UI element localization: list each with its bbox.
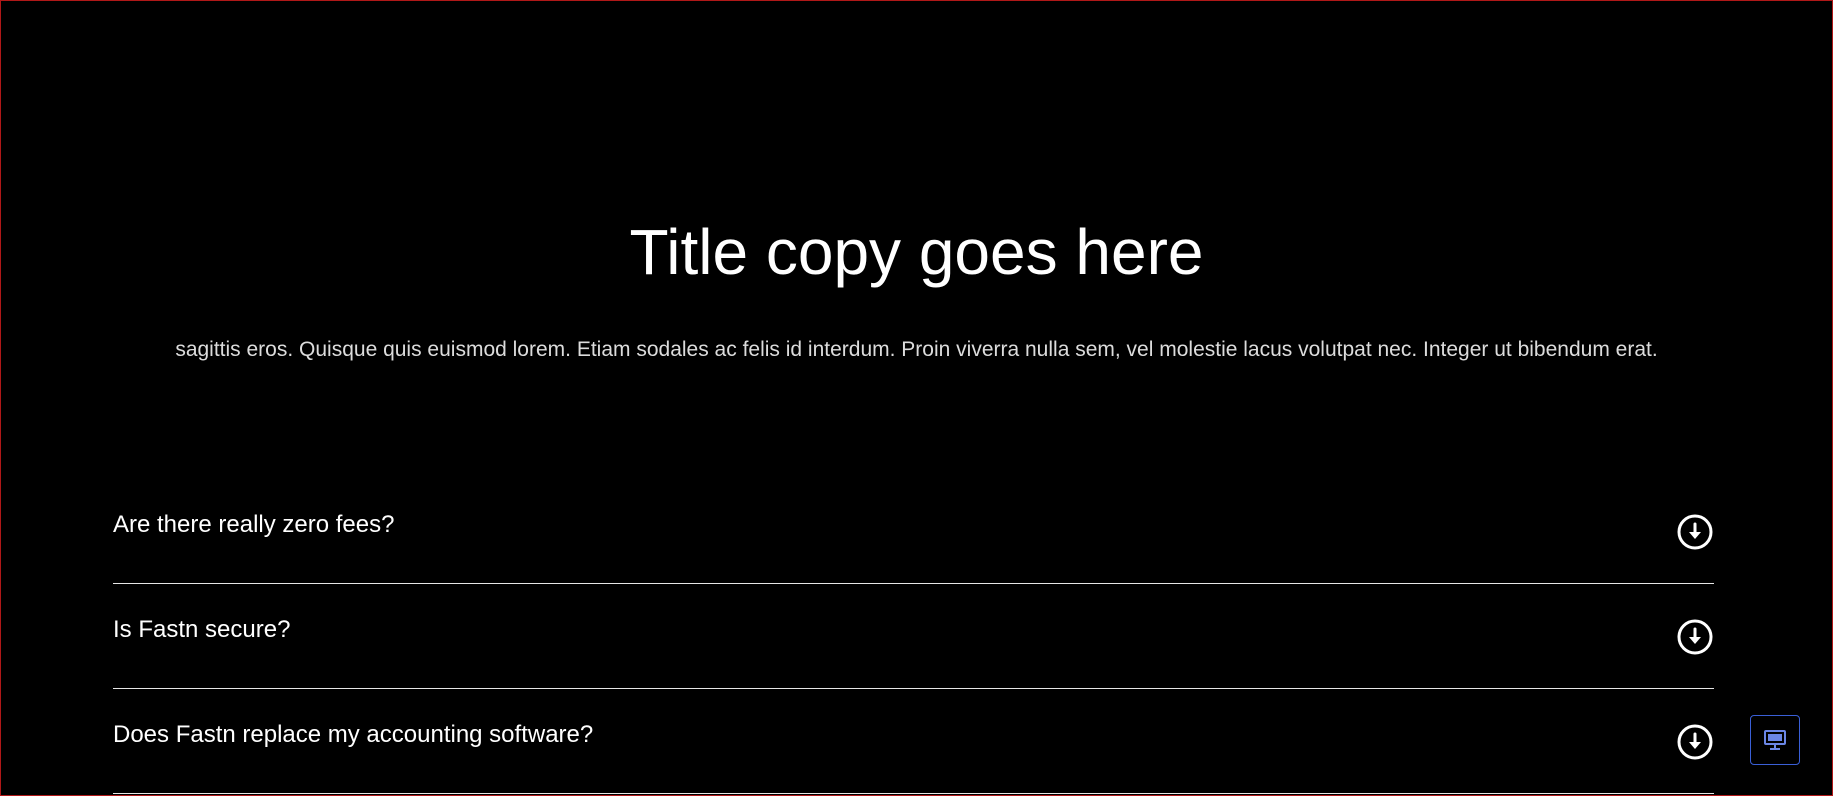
arrow-down-circle-icon (1677, 619, 1713, 655)
faq-item-security[interactable]: Is Fastn secure? (113, 584, 1714, 689)
desktop-monitor-icon (1764, 730, 1786, 750)
faq-question: Does Fastn replace my accounting softwar… (113, 721, 594, 748)
faq-expand-button[interactable] (1676, 513, 1714, 551)
faq-expand-button[interactable] (1676, 723, 1714, 761)
device-preview-button[interactable] (1750, 715, 1800, 765)
faq-expand-button[interactable] (1676, 618, 1714, 656)
faq-item-accounting-software[interactable]: Does Fastn replace my accounting softwar… (113, 689, 1714, 794)
faq-item-zero-fees[interactable]: Are there really zero fees? (113, 479, 1714, 584)
page: Title copy goes here sagittis eros. Quis… (0, 0, 1833, 796)
faq-list: Are there really zero fees? Is Fastn sec… (113, 479, 1714, 794)
page-title: Title copy goes here (629, 216, 1204, 288)
arrow-down-circle-icon (1677, 724, 1713, 760)
intro-paragraph: sagittis eros. Quisque quis euismod lore… (175, 338, 1658, 361)
faq-question: Is Fastn secure? (113, 616, 291, 643)
arrow-down-circle-icon (1677, 514, 1713, 550)
faq-question: Are there really zero fees? (113, 511, 395, 538)
